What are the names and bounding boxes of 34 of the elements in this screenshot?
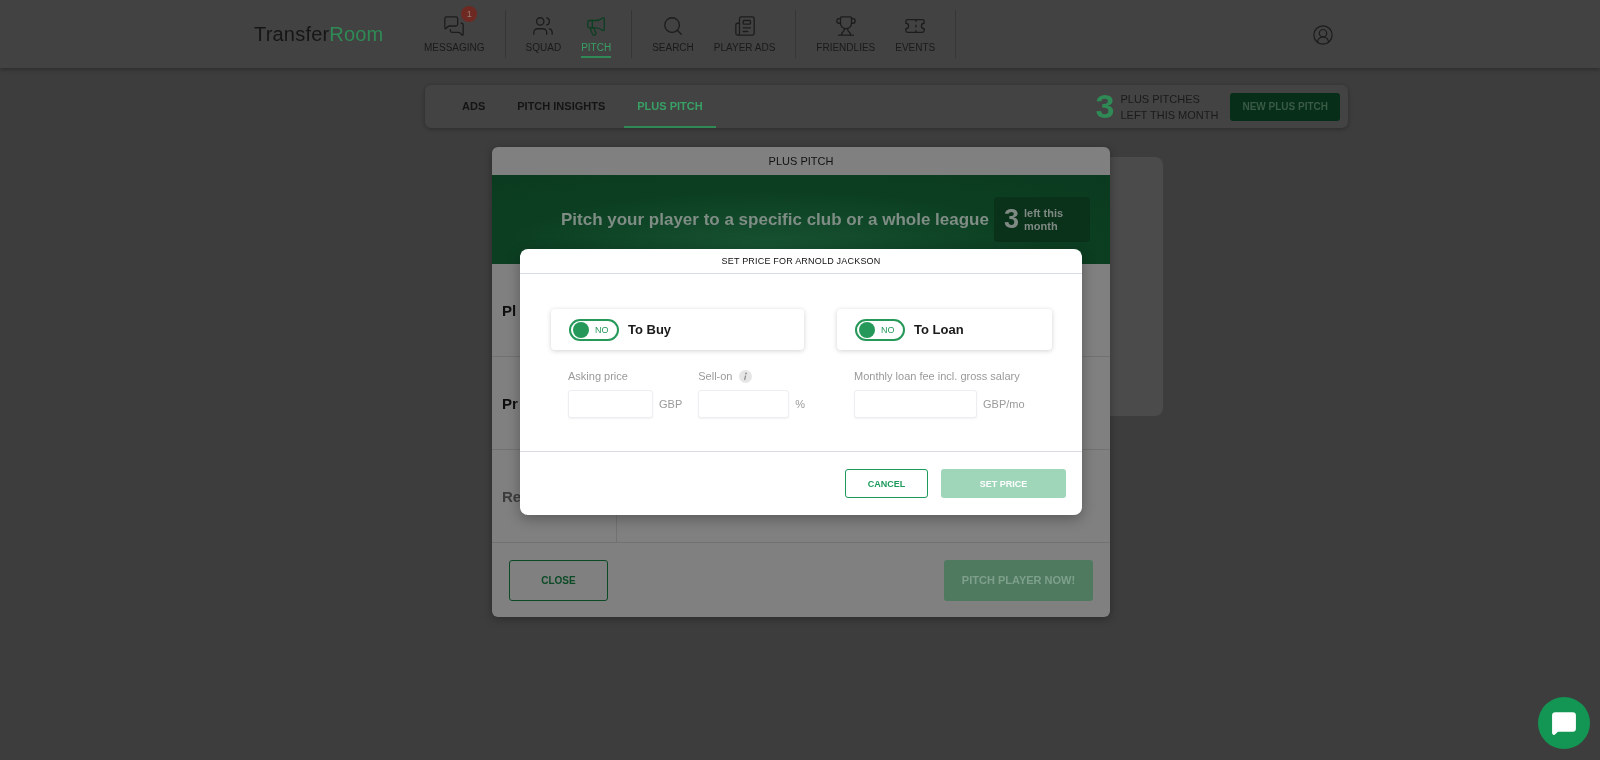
- row-label: Pr: [502, 394, 518, 412]
- row-label: Pl: [502, 301, 517, 319]
- banner-headline: Pitch your player to a specific club or a whole league: [560, 209, 990, 230]
- trophy-icon: [834, 15, 857, 37]
- nav-item[interactable]: PITCH: [571, 10, 622, 58]
- profile-icon[interactable]: [1312, 24, 1334, 46]
- toggle-switch[interactable]: NO: [569, 318, 619, 341]
- dialog-title: PLUS PITCH: [767, 154, 835, 169]
- info-icon[interactable]: [739, 369, 753, 383]
- chat-bubble-icon: [1551, 710, 1577, 736]
- row-label: Re: [502, 487, 522, 505]
- megaphone-icon: [585, 15, 608, 37]
- unit-label: %: [795, 398, 805, 410]
- search-icon: [662, 15, 684, 37]
- cancel-button[interactable]: CANCEL: [845, 469, 928, 498]
- field-label: Sell-on: [698, 370, 733, 382]
- pitch-count: 3: [1095, 87, 1115, 126]
- toggle-switch[interactable]: NO: [855, 318, 905, 341]
- field-label: Monthly loan fee incl. gross salary: [854, 370, 1020, 382]
- remaining-count: 3: [1003, 204, 1019, 235]
- unit-label: GBP/mo: [983, 398, 1025, 410]
- chat-button[interactable]: [1538, 697, 1590, 749]
- remaining-label: left this month: [1024, 206, 1065, 233]
- tab[interactable]: PLUS PITCH: [624, 85, 716, 128]
- unit-label: GBP: [659, 398, 683, 410]
- dialog-title: SET PRICE FOR ARNOLD JACKSON: [520, 249, 1082, 274]
- chat-icon: [443, 15, 466, 37]
- people-icon: [532, 15, 555, 37]
- option-label: To Buy: [628, 322, 672, 337]
- unread-badge: 1: [461, 6, 478, 22]
- close-button[interactable]: CLOSE: [509, 559, 608, 601]
- field-label: Asking price: [568, 370, 628, 382]
- option-label: To Loan: [914, 322, 964, 337]
- newspaper-icon: [733, 15, 756, 37]
